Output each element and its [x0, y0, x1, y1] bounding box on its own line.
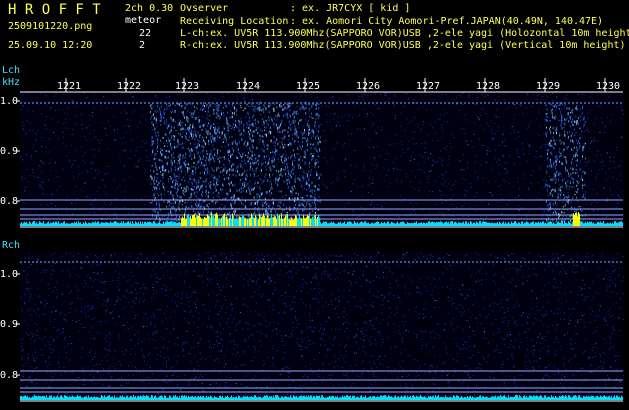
time-tick: 1230 [596, 81, 621, 92]
rch-label: Rch [2, 240, 21, 251]
time-tick: 1229 [536, 81, 561, 92]
time-tick: 1222 [117, 81, 142, 92]
lch-label: Lch [2, 65, 21, 76]
lch-ytick: 0.8 [0, 196, 19, 207]
lch-ytick: 1.0 [0, 96, 19, 107]
lch-unit: kHz [2, 77, 21, 88]
time-tick: 1226 [356, 81, 381, 92]
time-tick: 1221 [57, 81, 82, 92]
rch-ytick: 0.8 [0, 370, 19, 381]
time-tick: 1225 [296, 81, 321, 92]
time-tick: 1228 [476, 81, 501, 92]
lch-ytick: 0.9 [0, 146, 19, 157]
lch-panel [20, 92, 623, 228]
time-tick: 1227 [416, 81, 441, 92]
time-tick: 1224 [236, 81, 261, 92]
rch-ytick: 1.0 [0, 269, 19, 280]
rch-ytick: 0.9 [0, 319, 19, 330]
spectrogram [16, 78, 624, 402]
time-tick: 1223 [175, 81, 200, 92]
